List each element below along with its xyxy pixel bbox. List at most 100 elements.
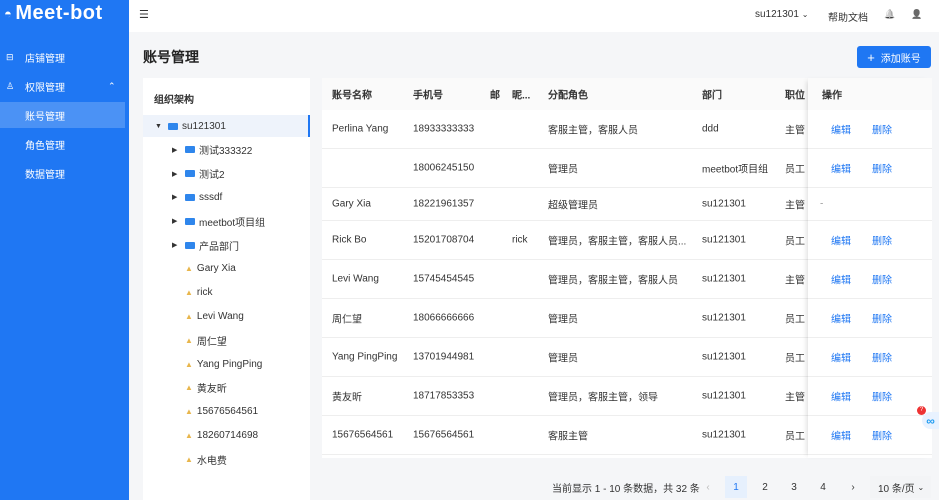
plus-icon: + [867, 49, 875, 65]
column-header: 邮 [490, 90, 500, 102]
menu-fold-icon[interactable]: ☰ [139, 8, 149, 21]
folder-icon [185, 170, 195, 178]
column-header: 账号名称 [332, 90, 372, 102]
tree-node[interactable]: ▶ sssdf [143, 186, 310, 208]
user-icon: ▲ [185, 264, 193, 274]
notification-badge: ? [917, 406, 926, 415]
table-cell: Yang PingPing [332, 351, 398, 363]
table-cell: 15201708704 [413, 234, 475, 246]
user-icon: ▲ [185, 430, 193, 440]
table-cell: 员工 [785, 431, 805, 443]
table-cell: 管理员 [548, 353, 578, 365]
table-cell: 管理员，客服主管，领导 [548, 392, 658, 404]
add-account-button[interactable]: + 添加账号 [857, 46, 931, 68]
caret-down-icon[interactable]: ▼ [155, 123, 162, 130]
prev-page-button[interactable]: ‹ [697, 476, 719, 498]
user-icon[interactable]: 👤 [911, 9, 922, 20]
tree-node[interactable]: ▶ meetbot项目组 [143, 210, 310, 232]
sidebar-item-store[interactable]: ⊟ 店铺管理 [0, 44, 125, 70]
tree-node[interactable]: ▲ 周仁望 [143, 329, 310, 351]
column-header: 职位 [785, 90, 805, 102]
table-cell: 客服主管，客服人员 [548, 125, 638, 137]
table-cell: 员工 [785, 236, 805, 248]
sidebar: ◓ Meet-bot ⊟ 店铺管理 ♙ 权限管理 ⌃ 账号管理 角色管理 数据管理 [0, 0, 129, 500]
tree-node[interactable]: ▲ Gary Xia [143, 258, 310, 280]
table-cell: 18221961357 [413, 198, 475, 210]
tree-node[interactable]: ▼ su121301 [143, 115, 310, 137]
column-header: 昵... [512, 90, 531, 102]
tree-node[interactable]: ▲ Yang PingPing [143, 353, 310, 375]
table-cell: 管理员，客服主管，客服人员... [548, 236, 687, 248]
account-dropdown[interactable]: su121301 ⌄ [755, 9, 808, 20]
chevron-down-icon: ⌄ [801, 10, 809, 19]
table-cell: 员工 [785, 353, 805, 365]
table-cell: 管理员，客服主管，客服人员 [548, 275, 678, 287]
column-header: 手机号 [413, 90, 443, 102]
table-cell: su121301 [702, 312, 746, 324]
caret-right-icon[interactable]: ▶ [172, 193, 177, 201]
tree-node[interactable]: ▲ 水电费 [143, 448, 310, 470]
page-title: 账号管理 [143, 49, 199, 65]
caret-right-icon[interactable]: ▶ [172, 146, 177, 154]
table-cell: rick [512, 234, 528, 246]
caret-right-icon[interactable]: ▶ [172, 217, 177, 225]
table-cell: 黄友昕 [332, 392, 362, 404]
accounts-table: 账号名称 手机号邮昵... 分配角色 部门 职位 操作 Perlina Yang 18933… [322, 78, 932, 458]
tree-node[interactable]: ▲ rick [143, 282, 310, 304]
table-cell: 18933333333 [413, 123, 475, 135]
table-cell: Rick Bo [332, 234, 367, 246]
table-cell: 主管 [785, 392, 805, 404]
caret-right-icon[interactable]: ▶ [172, 170, 177, 178]
page-button[interactable]: 2 [754, 476, 776, 498]
robot-icon: ◓ [4, 6, 13, 21]
tree-node[interactable]: ▲ 黄友昕 [143, 377, 310, 399]
tree-node[interactable]: ▲ 15676564561 [143, 401, 310, 423]
column-header: 分配角色 [548, 90, 588, 102]
table-cell: 15745454545 [413, 273, 475, 285]
table-cell: 13701944981 [413, 351, 475, 363]
table-cell: 员工 [785, 164, 805, 176]
tree-node[interactable]: ▶ 测试333322 [143, 139, 310, 161]
folder-icon [185, 217, 195, 225]
sidebar-item-accounts[interactable]: 账号管理 [0, 102, 125, 128]
page-button[interactable]: 1 [725, 476, 747, 498]
table-cell: 管理员 [548, 314, 578, 326]
sidebar-item-roles[interactable]: 角色管理 [0, 131, 125, 157]
user-icon: ▲ [185, 383, 193, 393]
help-docs-link[interactable]: 帮助文档 [828, 9, 868, 24]
next-page-button[interactable]: › [842, 476, 864, 498]
tree-node[interactable]: ▲ Levi Wang [143, 305, 310, 327]
floating-assistant-icon[interactable]: ∞ [922, 412, 939, 429]
table-cell: 15676564561 [332, 429, 394, 441]
folder-icon [185, 146, 195, 154]
page-size-select[interactable]: 10 条/页 ⌄ [870, 476, 931, 498]
chevron-up-icon: ⌃ [108, 80, 116, 91]
actions-column [808, 78, 932, 458]
pagination-summary: 当前显示 1 - 10 条数据，共 32 条 [552, 483, 700, 495]
caret-right-icon[interactable]: ▶ [172, 241, 177, 249]
table-cell: 管理员 [548, 164, 578, 176]
tree-node[interactable]: ▶ 产品部门 [143, 234, 310, 256]
sidebar-item-permissions[interactable]: ♙ 权限管理 ⌃ [0, 73, 125, 99]
org-tree: 组织架构 ▼ su121301 ▶ 测试333322 ▶ 测试2 ▶ sssdf ▶ meetbo… [143, 78, 310, 500]
table-cell: meetbot项目组 [702, 164, 769, 176]
tree-title: 组织架构 [154, 95, 194, 106]
table-cell: 客服主管 [548, 431, 588, 443]
page-button[interactable]: 4 [812, 476, 834, 498]
table-cell: ddd [702, 123, 719, 135]
tree-node[interactable]: ▲ 18260714698 [143, 424, 310, 446]
user-icon: ▲ [185, 335, 193, 345]
table-cell: su121301 [702, 198, 746, 210]
sidebar-item-data[interactable]: 数据管理 [0, 160, 125, 186]
page-button[interactable]: 3 [783, 476, 805, 498]
table-cell: 员工 [785, 314, 805, 326]
folder-icon [168, 122, 178, 130]
folder-icon [185, 241, 195, 249]
table-cell: su121301 [702, 234, 746, 246]
table-cell: 18066666666 [413, 312, 475, 324]
bell-icon[interactable]: 🔔 [884, 9, 895, 20]
user-icon: ▲ [185, 288, 193, 298]
tree-node[interactable]: ▶ 测试2 [143, 163, 310, 185]
table-cell: 超级管理员 [548, 200, 598, 212]
column-header: 部门 [702, 90, 722, 102]
